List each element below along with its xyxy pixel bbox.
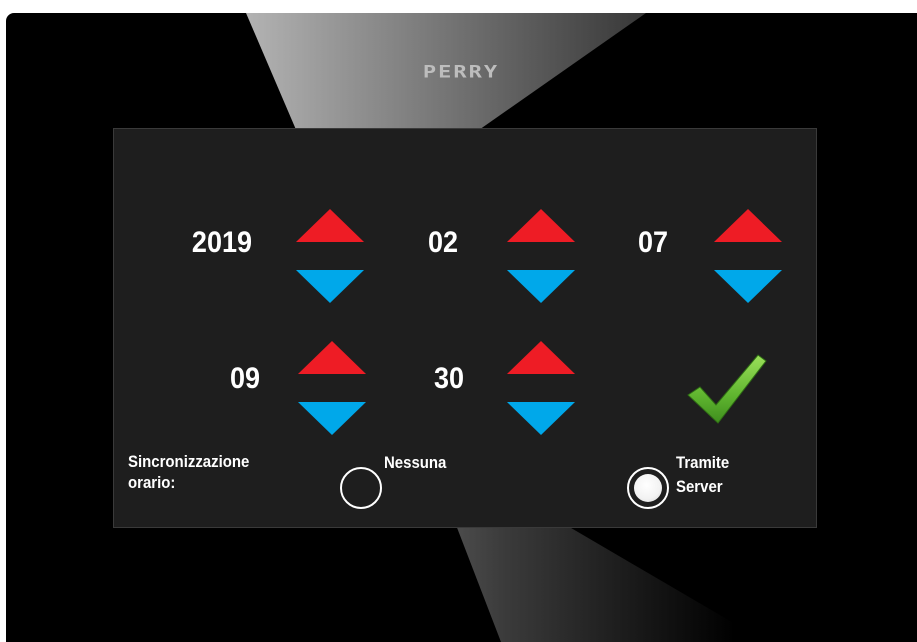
sync-server-radio[interactable] [627,467,669,509]
confirm-checkmark-icon[interactable] [686,351,770,427]
month-value: 02 [427,226,458,259]
sync-server-label-line1: Tramite [676,453,730,472]
minute-value: 30 [433,362,464,395]
datetime-settings-screen: 2019 02 07 09 30 Sincronizzazione orario… [113,128,817,528]
year-decrement-icon[interactable] [296,270,364,303]
sync-server-label[interactable]: Tramite Server [676,451,729,499]
day-decrement-icon[interactable] [714,270,782,303]
year-value: 2019 [191,226,252,259]
sync-none-radio[interactable] [340,467,382,509]
radio-selected-dot [634,474,662,502]
day-increment-icon[interactable] [714,209,782,242]
minute-decrement-icon[interactable] [507,402,575,435]
day-value: 07 [637,226,668,259]
sync-server-label-line2: Server [676,477,723,496]
brand-logo: PERRY [422,63,500,82]
time-sync-label: Sincronizzazione orario: [128,451,304,493]
sync-none-label[interactable]: Nessuna [384,451,446,475]
thermostat-device: PERRY 2019 02 07 09 30 Sincronizzazione … [6,13,917,642]
hour-value: 09 [229,362,260,395]
time-sync-label-line1: Sincronizzazione [128,452,250,471]
minute-increment-icon[interactable] [507,341,575,374]
time-sync-label-line2: orario: [128,473,176,492]
month-decrement-icon[interactable] [507,270,575,303]
hour-decrement-icon[interactable] [298,402,366,435]
